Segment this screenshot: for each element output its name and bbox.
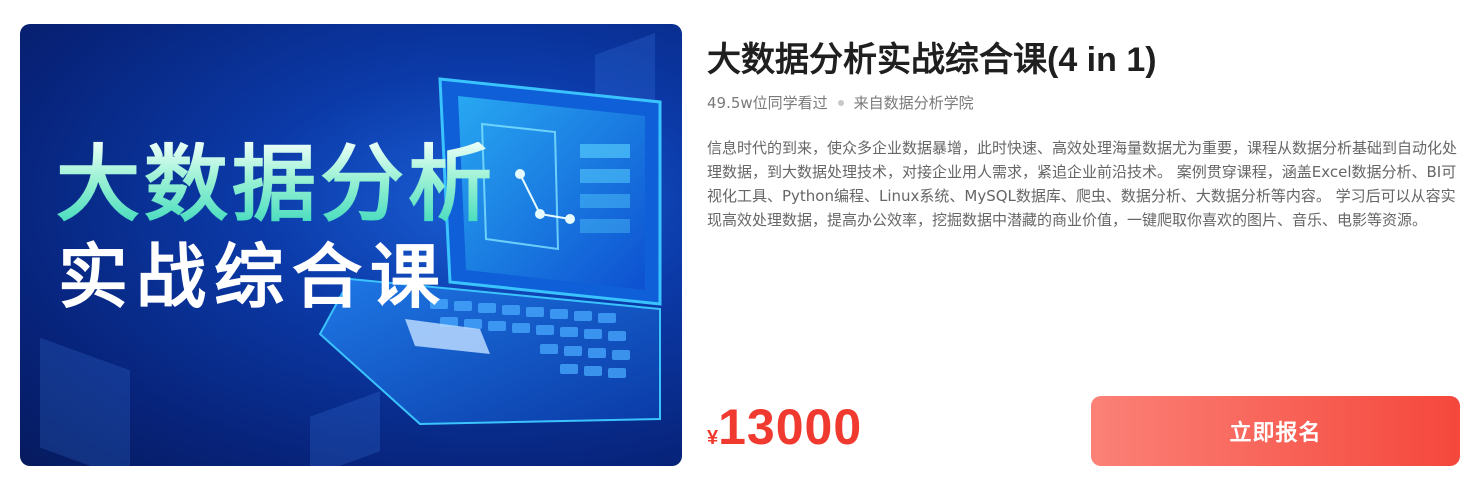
course-banner[interactable]: 大数据分析 实战综合课: [20, 24, 682, 466]
course-title[interactable]: 大数据分析实战综合课(4 in 1): [707, 32, 1157, 81]
course-description: 信息时代的到来，使众多企业数据暴增，此时快速、高效处理海量数据尤为重要，课程从数…: [707, 139, 1458, 229]
banner-title-line1: 大数据分析: [56, 135, 497, 233]
price-amount: 13000: [718, 399, 863, 455]
enroll-button[interactable]: 立即报名: [1091, 396, 1460, 466]
banner-title-line2: 实战综合课: [58, 236, 448, 318]
currency-symbol: ¥: [707, 427, 719, 449]
course-source: 来自数据分析学院: [853, 94, 974, 112]
viewer-count: 49.5w位同学看过: [707, 94, 828, 112]
course-meta: 49.5w位同学看过 来自数据分析学院: [707, 92, 974, 113]
course-price: ¥13000: [707, 398, 862, 456]
separator-dot: [837, 99, 844, 106]
